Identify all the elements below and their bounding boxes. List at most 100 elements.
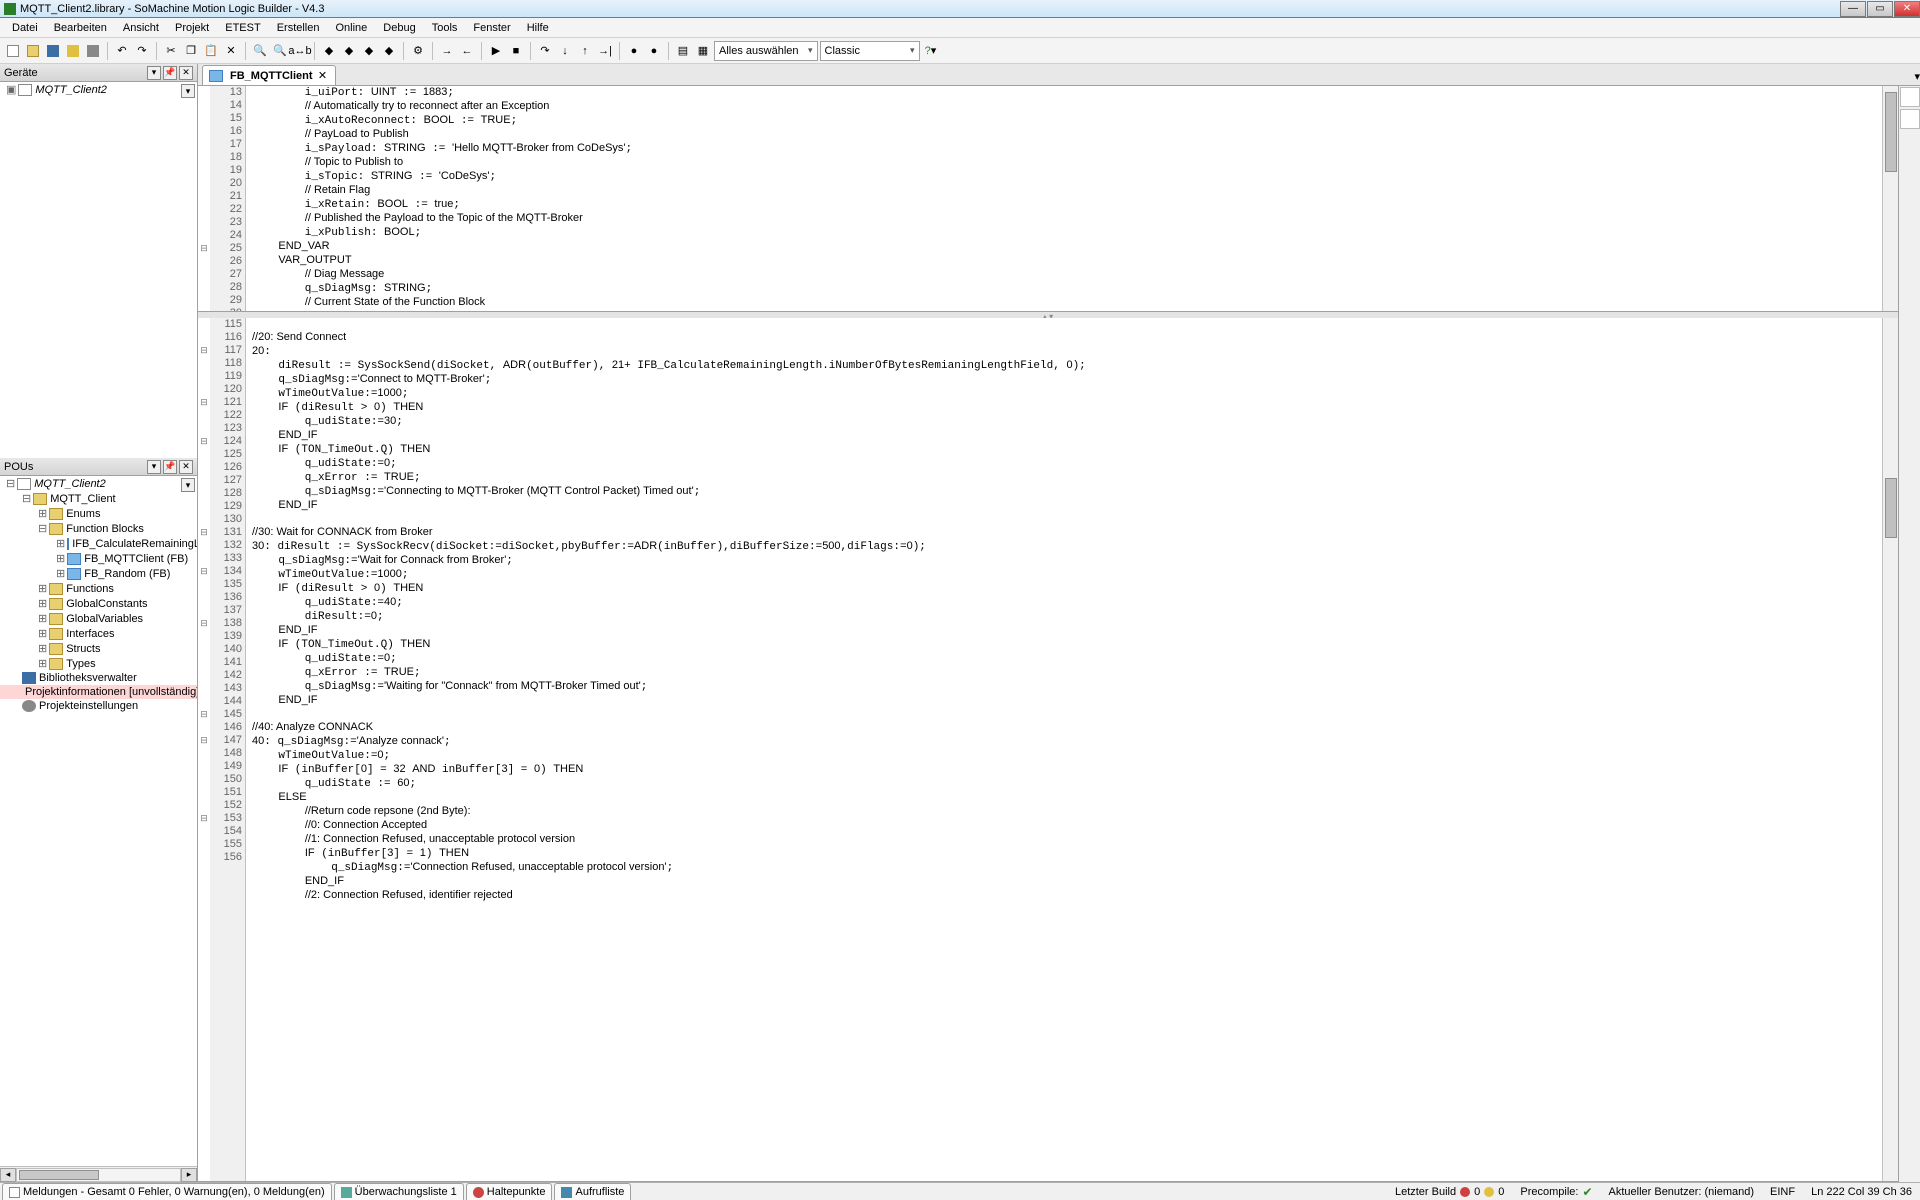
menu-item-hilfe[interactable]: Hilfe bbox=[519, 20, 557, 36]
help-button[interactable]: ?▾ bbox=[922, 42, 940, 60]
find-button[interactable]: 🔍 bbox=[251, 42, 269, 60]
fold-toggle[interactable]: ⊟ bbox=[198, 812, 210, 825]
code-body[interactable]: //20: Send Connect 20: diResult := SysSo… bbox=[246, 318, 1882, 1181]
implementation-pane[interactable]: ⊟⊟⊟⊟⊟⊟⊟⊟⊟ 115116117118119120121122123124… bbox=[198, 318, 1898, 1182]
tree-folder-enums[interactable]: ⊞ Enums bbox=[0, 506, 197, 521]
fold-toggle[interactable]: ⊟ bbox=[198, 617, 210, 630]
panel-menu-button[interactable]: ▾ bbox=[147, 460, 161, 474]
delete-button[interactable]: ✕ bbox=[222, 42, 240, 60]
minimize-button[interactable]: — bbox=[1840, 1, 1866, 17]
fold-toggle[interactable]: ⊟ bbox=[198, 396, 210, 409]
fold-toggle[interactable]: ⊟ bbox=[198, 708, 210, 721]
menu-item-ansicht[interactable]: Ansicht bbox=[115, 20, 167, 36]
step-out-button[interactable]: ↑ bbox=[576, 42, 594, 60]
fold-toggle[interactable]: ⊟ bbox=[198, 344, 210, 357]
view-list-button[interactable]: ▤ bbox=[674, 42, 692, 60]
menu-item-projekt[interactable]: Projekt bbox=[167, 20, 217, 36]
bookmark-toggle-button[interactable]: ◆ bbox=[320, 42, 338, 60]
fold-toggle[interactable]: ⊟ bbox=[198, 734, 210, 747]
menu-item-datei[interactable]: Datei bbox=[4, 20, 46, 36]
find-next-button[interactable]: 🔍 bbox=[271, 42, 289, 60]
scroll-track[interactable] bbox=[16, 1168, 181, 1182]
step-into-button[interactable]: ↓ bbox=[556, 42, 574, 60]
maximize-button[interactable]: ▭ bbox=[1867, 1, 1893, 17]
menu-item-etest[interactable]: ETEST bbox=[217, 20, 268, 36]
pous-tree-combo[interactable]: ▾ bbox=[181, 478, 195, 492]
pous-root[interactable]: ⊟ MQTT_Client2 bbox=[0, 476, 197, 491]
tree-folder-global-variables[interactable]: ⊞ GlobalVariables bbox=[0, 611, 197, 626]
bookmark-next-button[interactable]: ◆ bbox=[340, 42, 358, 60]
devices-root[interactable]: ▣ MQTT_Client2 bbox=[0, 82, 197, 97]
code-body[interactable]: i_uiPort: UINT := 1883; // Automatically… bbox=[246, 86, 1882, 311]
logout-button[interactable]: ← bbox=[458, 42, 476, 60]
step-over-button[interactable]: ↷ bbox=[536, 42, 554, 60]
menu-item-bearbeiten[interactable]: Bearbeiten bbox=[46, 20, 115, 36]
breakpoint-new-button[interactable]: ● bbox=[645, 42, 663, 60]
cut-button[interactable]: ✂ bbox=[162, 42, 180, 60]
undo-button[interactable]: ↶ bbox=[113, 42, 131, 60]
new-button[interactable] bbox=[4, 42, 22, 60]
tree-item-project-info[interactable]: Projektinformationen [unvollständig] bbox=[0, 685, 197, 699]
scroll-thumb[interactable] bbox=[1885, 478, 1897, 538]
scroll-thumb[interactable] bbox=[1885, 92, 1897, 172]
panel-close-button[interactable]: ✕ bbox=[179, 460, 193, 474]
menu-item-erstellen[interactable]: Erstellen bbox=[269, 20, 328, 36]
fold-toggle[interactable]: ⊟ bbox=[198, 526, 210, 539]
replace-button[interactable]: a↔b bbox=[291, 42, 309, 60]
close-button[interactable]: ✕ bbox=[1894, 1, 1920, 17]
v-scrollbar[interactable] bbox=[1882, 318, 1898, 1181]
tab-fb-mqttclient[interactable]: FB_MQTTClient ✕ bbox=[202, 65, 336, 85]
menu-item-debug[interactable]: Debug bbox=[375, 20, 423, 36]
tree-folder-mqtt-client[interactable]: ⊟ MQTT_Client bbox=[0, 491, 197, 506]
menu-item-online[interactable]: Online bbox=[327, 20, 375, 36]
tab-callstack[interactable]: Aufrufliste bbox=[554, 1183, 631, 1200]
pous-h-scroll[interactable]: ◂ ▸ bbox=[0, 1166, 197, 1182]
tree-folder-types[interactable]: ⊞ Types bbox=[0, 656, 197, 671]
tool-view1-button[interactable] bbox=[1900, 87, 1920, 107]
bookmark-clear-button[interactable]: ◆ bbox=[380, 42, 398, 60]
panel-close-button[interactable]: ✕ bbox=[179, 66, 193, 80]
login-button[interactable]: → bbox=[438, 42, 456, 60]
paste-button[interactable]: 📋 bbox=[202, 42, 220, 60]
tool-view2-button[interactable] bbox=[1900, 109, 1920, 129]
tree-item-project-settings[interactable]: Projekteinstellungen bbox=[0, 699, 197, 713]
panel-menu-button[interactable]: ▾ bbox=[147, 66, 161, 80]
scroll-thumb[interactable] bbox=[19, 1170, 99, 1180]
menu-item-fenster[interactable]: Fenster bbox=[465, 20, 518, 36]
tree-folder-functions[interactable]: ⊞ Functions bbox=[0, 581, 197, 596]
view-grid-button[interactable]: ▦ bbox=[694, 42, 712, 60]
tab-messages[interactable]: Meldungen - Gesamt 0 Fehler, 0 Warnung(e… bbox=[2, 1183, 332, 1200]
pous-tree[interactable]: ▾ ⊟ MQTT_Client2 ⊟ MQTT_Client ⊞ Enums ⊟… bbox=[0, 476, 197, 1166]
tab-watchlist[interactable]: Überwachungsliste 1 bbox=[334, 1183, 464, 1200]
tree-item-fb-mqttclient[interactable]: ⊞ FB_MQTTClient (FB) bbox=[0, 551, 197, 566]
tree-item-library-manager[interactable]: Bibliotheksverwalter bbox=[0, 671, 197, 685]
save-button[interactable] bbox=[44, 42, 62, 60]
menu-item-tools[interactable]: Tools bbox=[424, 20, 466, 36]
selection-combo[interactable]: Alles auswählen bbox=[714, 41, 818, 61]
save-all-button[interactable] bbox=[64, 42, 82, 60]
tabs-menu-button[interactable]: ▾ bbox=[1914, 70, 1920, 83]
tree-item-fb-calc[interactable]: ⊞ IFB_CalculateRemainingLength (FB) bbox=[0, 536, 197, 551]
scroll-right-button[interactable]: ▸ bbox=[181, 1168, 197, 1182]
bookmark-prev-button[interactable]: ◆ bbox=[360, 42, 378, 60]
panel-pin-button[interactable]: 📌 bbox=[163, 66, 177, 80]
copy-button[interactable]: ❐ bbox=[182, 42, 200, 60]
fold-toggle[interactable]: ⊟ bbox=[198, 242, 210, 255]
redo-button[interactable]: ↷ bbox=[133, 42, 151, 60]
panel-pin-button[interactable]: 📌 bbox=[163, 460, 177, 474]
tab-breakpoints[interactable]: Haltepunkte bbox=[466, 1183, 553, 1200]
tree-folder-structs[interactable]: ⊞ Structs bbox=[0, 641, 197, 656]
theme-combo[interactable]: Classic bbox=[820, 41, 920, 61]
v-scrollbar[interactable] bbox=[1882, 86, 1898, 311]
breakpoint-button[interactable]: ● bbox=[625, 42, 643, 60]
start-button[interactable]: ▶ bbox=[487, 42, 505, 60]
tab-close-button[interactable]: ✕ bbox=[317, 70, 329, 82]
declaration-pane[interactable]: ⊟ 131415161718192021222324252627282930 i… bbox=[198, 86, 1898, 312]
devices-tree[interactable]: ▾ ▣ MQTT_Client2 bbox=[0, 82, 197, 458]
devices-tree-combo[interactable]: ▾ bbox=[181, 84, 195, 98]
print-button[interactable] bbox=[84, 42, 102, 60]
fold-toggle[interactable]: ⊟ bbox=[198, 565, 210, 578]
scroll-left-button[interactable]: ◂ bbox=[0, 1168, 16, 1182]
tree-folder-global-constants[interactable]: ⊞ GlobalConstants bbox=[0, 596, 197, 611]
tree-folder-interfaces[interactable]: ⊞ Interfaces bbox=[0, 626, 197, 641]
